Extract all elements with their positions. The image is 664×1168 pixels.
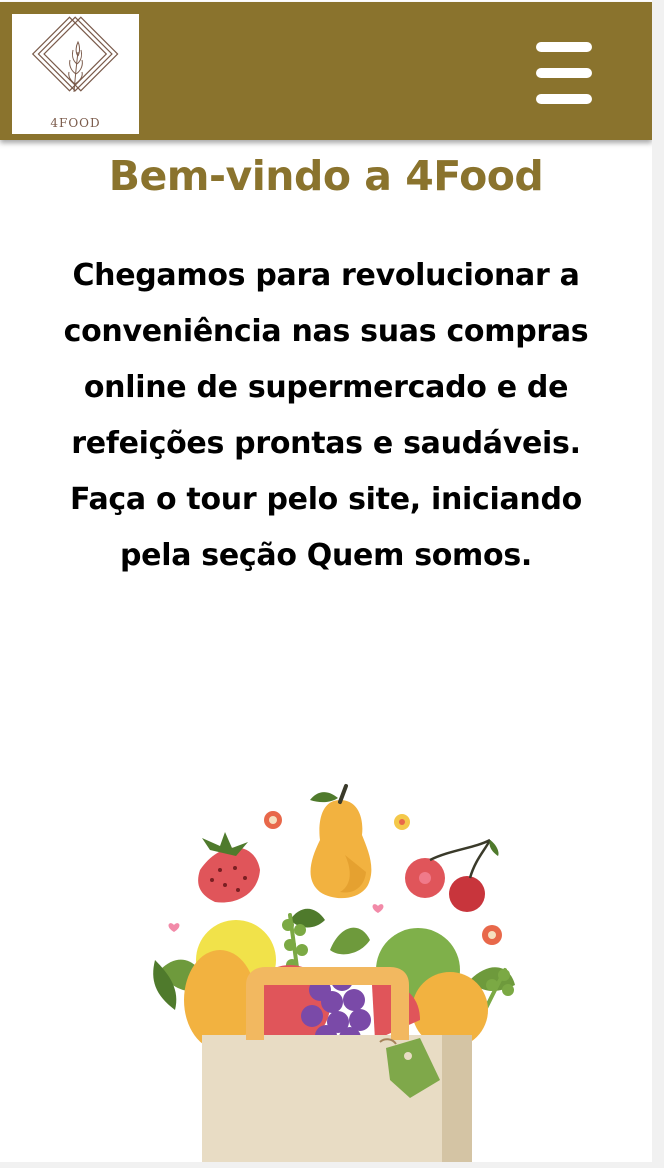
- hamburger-menu-icon: [536, 42, 592, 52]
- page-title: Bem-vindo a 4Food: [108, 152, 544, 200]
- logo-text: 4FOOD: [50, 116, 101, 130]
- hamburger-menu-button[interactable]: [530, 38, 596, 108]
- hamburger-menu-icon-bar: [536, 68, 592, 78]
- hamburger-menu-icon-bar: [536, 94, 592, 104]
- intro-text: Chegamos para revolucionar a conveniênci…: [63, 258, 589, 573]
- grocery-bag-fruits-illustration: [140, 780, 530, 1162]
- site-header: 4FOOD: [0, 2, 652, 140]
- logo[interactable]: 4FOOD: [12, 14, 139, 134]
- page: 4FOOD Bem-vindo a 4Food Chegamos para re…: [0, 0, 652, 1162]
